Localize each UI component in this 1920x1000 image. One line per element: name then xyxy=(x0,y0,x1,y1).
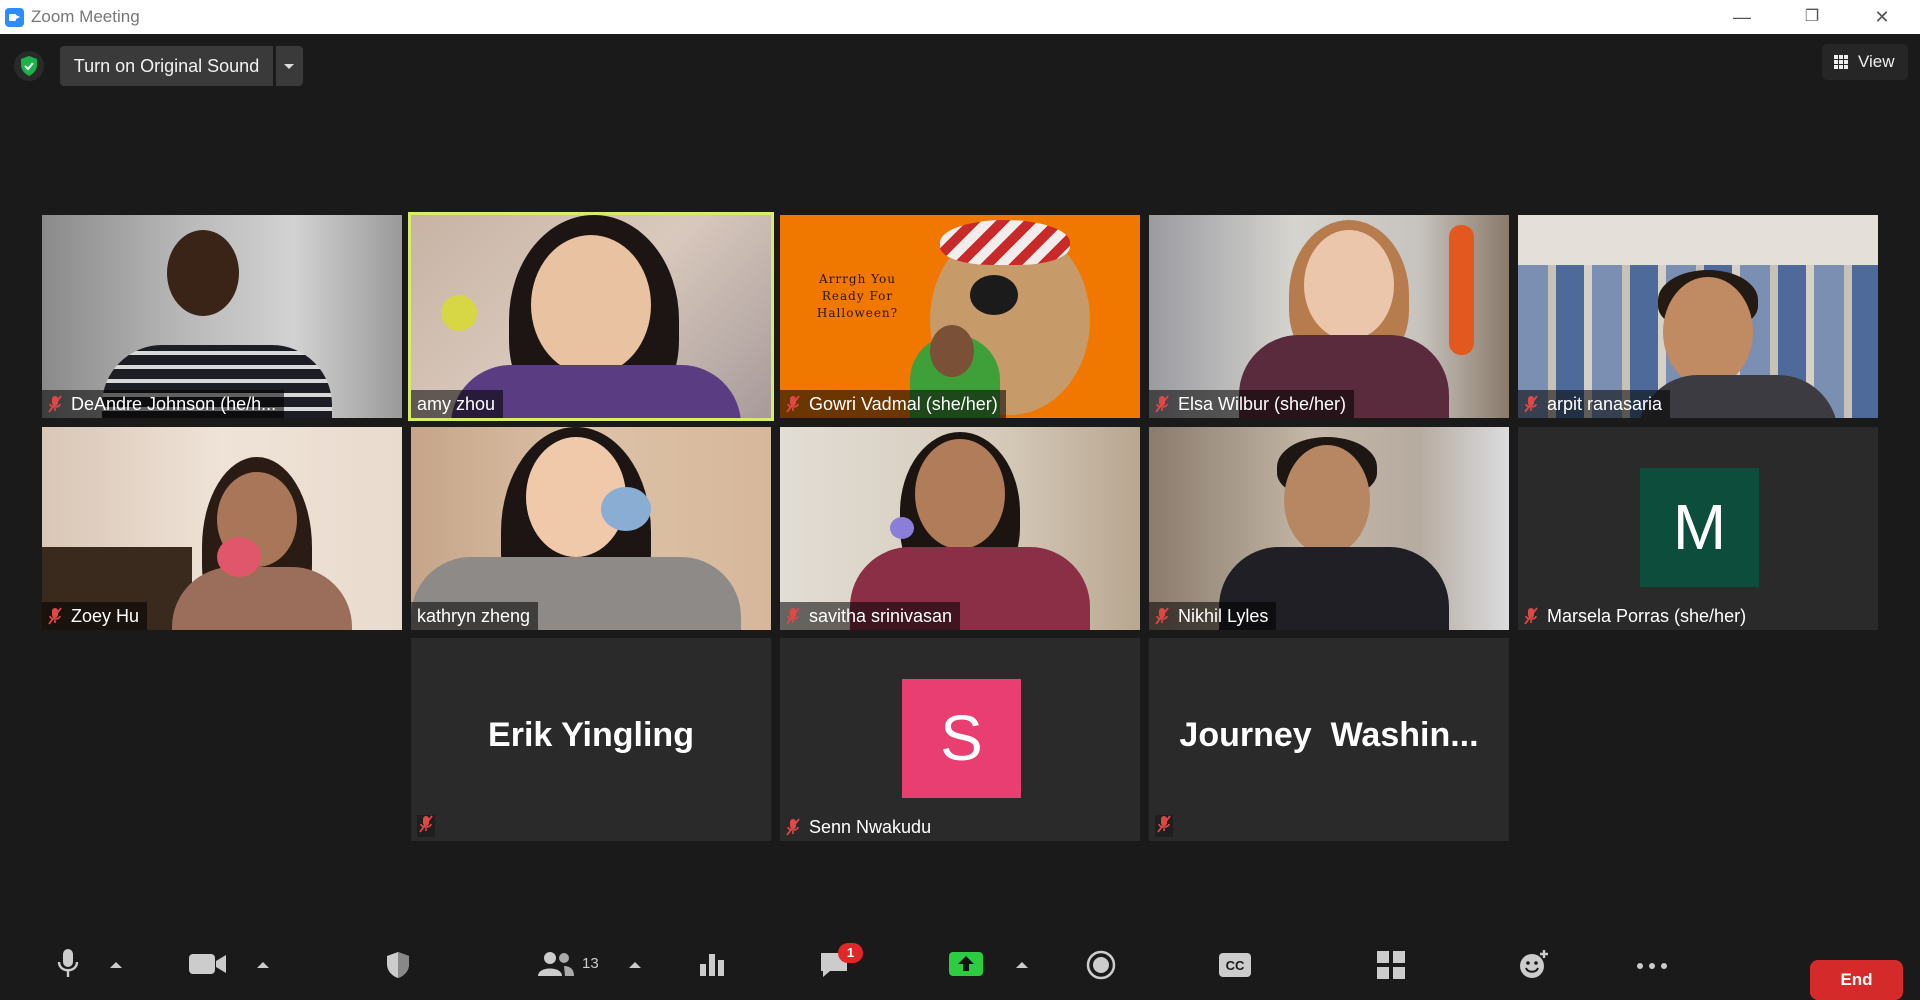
restore-button[interactable]: ❐ xyxy=(1782,0,1842,34)
video-tile[interactable]: Zoey Hu xyxy=(42,427,402,630)
muted-mic-icon xyxy=(786,818,800,836)
video-tile[interactable]: arpit ranasaria xyxy=(1518,215,1878,418)
more-options-icon[interactable] xyxy=(1636,962,1668,970)
participant-video xyxy=(411,427,771,630)
grid-icon xyxy=(1834,55,1848,69)
participant-name: arpit ranasaria xyxy=(1547,394,1663,414)
video-camera-icon[interactable] xyxy=(188,952,228,976)
participants-icon[interactable] xyxy=(537,951,575,977)
muted-mic-icon xyxy=(419,815,433,833)
video-tile-name-only[interactable]: Erik Yingling xyxy=(411,638,771,841)
participant-name-tag: Zoey Hu xyxy=(42,602,148,630)
share-options-caret[interactable] xyxy=(1016,962,1028,968)
background-caption: Arrrgh You Ready For Halloween? xyxy=(816,272,899,320)
original-sound-button[interactable]: Turn on Original Sound xyxy=(60,46,273,86)
breakout-rooms-icon[interactable] xyxy=(1376,950,1406,980)
chat-unread-badge: 1 xyxy=(838,943,863,963)
participant-name: Senn Nwakudu xyxy=(809,817,932,837)
video-tile-active-speaker[interactable]: amy zhou xyxy=(408,212,774,421)
participant-name-tag: kathryn zheng xyxy=(411,602,539,630)
participant-name-tag: savitha srinivasan xyxy=(780,602,961,630)
participant-name-tag: Marsela Porras (she/her) xyxy=(1518,602,1754,630)
view-label: View xyxy=(1858,52,1895,71)
view-button[interactable]: View xyxy=(1822,44,1908,80)
participant-video xyxy=(1518,215,1878,418)
share-screen-icon[interactable] xyxy=(948,951,984,977)
original-sound-dropdown[interactable] xyxy=(276,46,303,86)
participant-display-name: Erik Yingling xyxy=(488,716,694,754)
security-shield-icon xyxy=(21,56,37,76)
participant-name: Marsela Porras (she/her) xyxy=(1547,606,1747,626)
participant-avatar: M xyxy=(1640,468,1759,587)
meeting-info-button[interactable] xyxy=(14,51,44,81)
video-tile[interactable]: Nikhil Lyles xyxy=(1149,427,1509,630)
participant-name-tag: Nikhil Lyles xyxy=(1149,602,1277,630)
participant-name-tag: amy zhou xyxy=(411,390,504,418)
participant-name-tag: Senn Nwakudu xyxy=(780,813,939,841)
participant-name: DeAndre Johnson (he/h... xyxy=(71,394,277,414)
video-tile[interactable]: savitha srinivasan xyxy=(780,427,1140,630)
participant-name-tag: arpit ranasaria xyxy=(1518,390,1671,418)
participant-mute-indicator xyxy=(417,815,435,837)
video-tile-name-only[interactable]: Journey Washin... xyxy=(1149,638,1509,841)
video-tile[interactable]: Elsa Wilbur (she/her) xyxy=(1149,215,1509,418)
participants-options-caret[interactable] xyxy=(629,962,641,968)
closed-caption-icon[interactable]: CC xyxy=(1218,952,1252,978)
video-options-caret[interactable] xyxy=(257,962,269,968)
participant-name-tag: Elsa Wilbur (she/her) xyxy=(1149,390,1355,418)
muted-mic-icon xyxy=(786,607,800,625)
participant-name: Zoey Hu xyxy=(71,606,140,626)
title-bar: Zoom Meeting — ❐ ✕ xyxy=(0,0,1920,34)
svg-text:CC: CC xyxy=(1226,958,1245,973)
video-tile[interactable]: DeAndre Johnson (he/h... xyxy=(42,215,402,418)
polls-icon[interactable] xyxy=(698,950,726,978)
minimize-button[interactable]: — xyxy=(1712,0,1772,34)
participant-name: kathryn zheng xyxy=(417,606,531,626)
muted-mic-icon xyxy=(48,395,62,413)
window-title: Zoom Meeting xyxy=(31,7,140,26)
reactions-icon[interactable] xyxy=(1518,948,1550,980)
record-icon[interactable] xyxy=(1086,950,1116,980)
participant-video xyxy=(42,427,402,630)
muted-mic-icon xyxy=(1524,395,1538,413)
muted-mic-icon xyxy=(48,607,62,625)
participant-display-name: Journey Washin... xyxy=(1179,716,1479,754)
muted-mic-icon xyxy=(1524,607,1538,625)
zoom-logo-icon xyxy=(5,8,24,27)
participant-name: Nikhil Lyles xyxy=(1178,606,1269,626)
video-tile[interactable]: Arrrgh You Ready For Halloween? Gowri Va… xyxy=(780,215,1140,418)
participant-video xyxy=(780,427,1140,630)
audio-options-caret[interactable] xyxy=(110,962,122,968)
participant-name: Gowri Vadmal (she/her) xyxy=(809,394,998,414)
security-icon[interactable] xyxy=(385,950,411,980)
microphone-icon[interactable] xyxy=(56,947,80,979)
participants-count: 13 xyxy=(582,955,599,972)
muted-mic-icon xyxy=(1155,607,1169,625)
participant-name-tag: Gowri Vadmal (she/her) xyxy=(780,390,1006,418)
participant-name: Elsa Wilbur (she/her) xyxy=(1178,394,1347,414)
participant-name: amy zhou xyxy=(417,394,496,414)
participant-video xyxy=(42,215,402,418)
muted-mic-icon xyxy=(1155,395,1169,413)
muted-mic-icon xyxy=(786,395,800,413)
participant-mute-indicator xyxy=(1155,815,1173,837)
video-tile-avatar[interactable]: M Marsela Porras (she/her) xyxy=(1518,427,1878,630)
participant-name-tag: DeAndre Johnson (he/h... xyxy=(42,390,285,418)
participant-virtual-background: Arrrgh You Ready For Halloween? xyxy=(780,215,1140,418)
video-tile-avatar[interactable]: S Senn Nwakudu xyxy=(780,638,1140,841)
muted-mic-icon xyxy=(1157,815,1171,833)
video-tile[interactable]: kathryn zheng xyxy=(411,427,771,630)
participant-name: savitha srinivasan xyxy=(809,606,953,626)
end-meeting-button[interactable]: End xyxy=(1810,960,1903,1000)
participant-video xyxy=(1149,215,1509,418)
participant-avatar: S xyxy=(902,679,1021,798)
close-button[interactable]: ✕ xyxy=(1852,0,1912,34)
participant-video xyxy=(411,215,771,418)
participant-video xyxy=(1149,427,1509,630)
